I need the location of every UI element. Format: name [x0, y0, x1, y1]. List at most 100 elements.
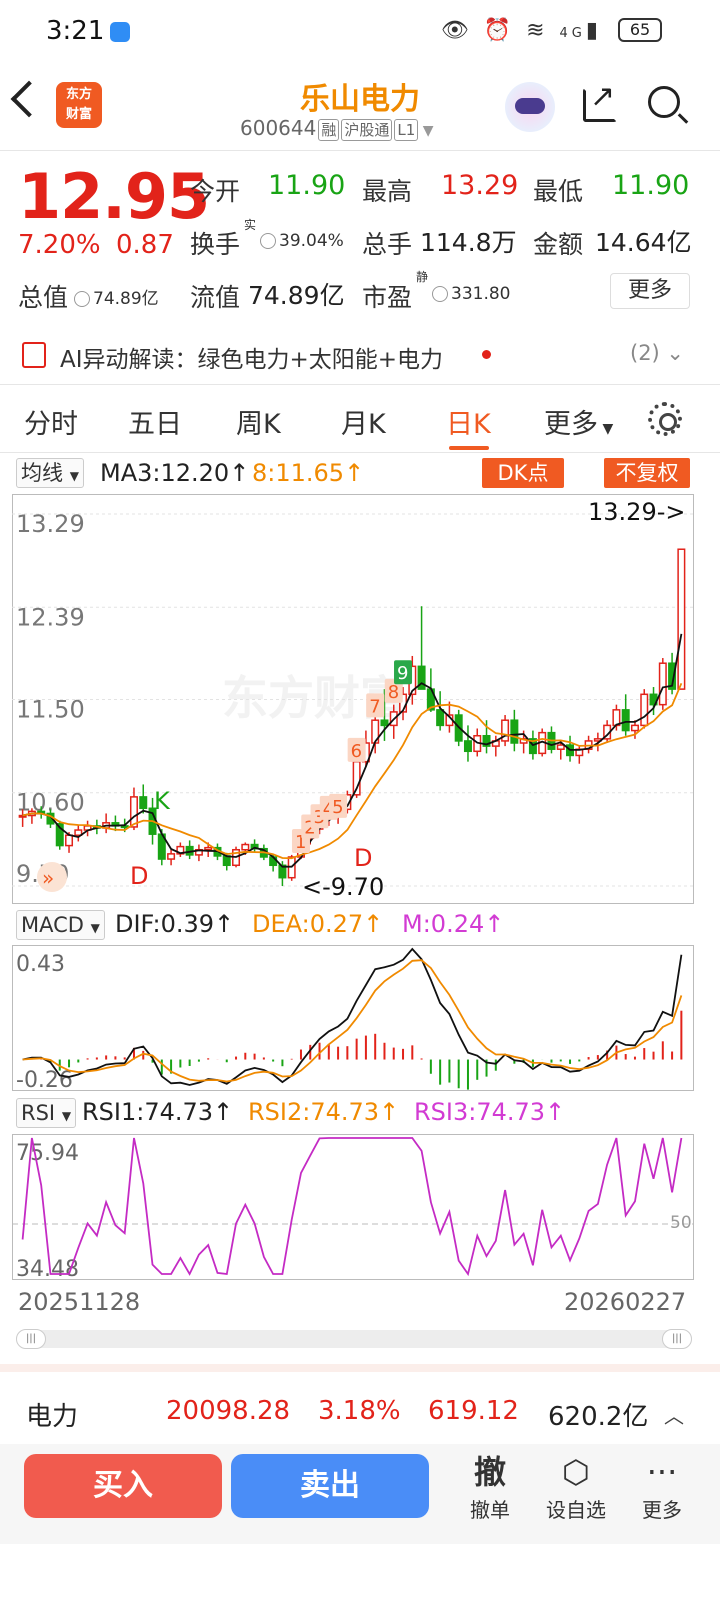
dk-point-button[interactable]: DK点 [482, 458, 564, 488]
more-actions-button[interactable]: ··· 更多 [622, 1450, 702, 1523]
candle-body [621, 709, 630, 732]
low-label: 最低 [533, 177, 584, 206]
sector-index: 20098.28 [166, 1396, 291, 1426]
rsi-select[interactable]: RSI ▼ [16, 1098, 77, 1128]
divider [0, 150, 720, 151]
float-label: 流值 [190, 283, 241, 312]
seq-label: 6 [351, 741, 362, 762]
tab-monthly[interactable]: 月K [341, 402, 386, 441]
share-icon[interactable] [583, 79, 617, 122]
ai-insight-count: (2) ⌄ [630, 341, 685, 365]
battery-icon: 65 [618, 18, 662, 42]
search-icon[interactable] [648, 86, 680, 118]
dif-legend: DIF:0.39↑ [115, 910, 235, 938]
chevron-up-icon[interactable]: ︿ [664, 1400, 684, 1429]
open-label: 今开 [190, 177, 241, 206]
change-pct: 7.20% [18, 230, 101, 260]
ai-report-icon [22, 342, 46, 368]
current-price: 12.95 [18, 160, 210, 233]
sector-bar[interactable]: 电力 20098.28 3.18% 619.12 620.2亿 ︿ [0, 1364, 720, 1444]
add-watchlist-button[interactable]: ⬡ 设自选 [536, 1450, 616, 1523]
sell-button[interactable]: 卖出 [231, 1454, 429, 1518]
eye-icon [432, 286, 448, 302]
tag-connect: 沪股通 [341, 119, 393, 141]
eye-icon [74, 291, 90, 307]
end-date: 20260227 [564, 1288, 687, 1316]
active-tab-indicator [449, 446, 489, 450]
low-marker: <-9.70 [302, 873, 384, 901]
float-value: 74.89亿 [248, 281, 345, 310]
candle-body [677, 548, 686, 690]
tag-margin: 融 [318, 119, 340, 141]
signal-d1: D [130, 862, 148, 890]
m-legend: M:0.24↑ [402, 910, 505, 938]
start-date: 20251128 [18, 1288, 141, 1316]
new-dot [482, 350, 491, 359]
status-bar: 3:21 👁 ⏰ ≋ 4G▮ 65 [0, 0, 720, 64]
rsi-top-label: 75.94 [16, 1141, 79, 1166]
ai-insight-text: AI异动解读：绿色电力+太阳能+电力 [60, 347, 444, 373]
turnover-sup: 实 [244, 218, 257, 232]
pe-label: 市盈 [362, 283, 413, 312]
turnover-text: 39.04% [279, 231, 344, 251]
buy-button[interactable]: 买入 [24, 1454, 222, 1518]
range-handle-right[interactable]: ||| [662, 1329, 692, 1349]
cancel-order-button[interactable]: 撤 撤单 [450, 1450, 530, 1523]
stock-code-row[interactable]: 600644 融沪股通 L1 ▼ [240, 116, 434, 141]
candle-body [640, 693, 649, 727]
rsi-mid-label: 50 [670, 1213, 692, 1233]
rsi1-legend: RSI1:74.73↑ [82, 1098, 234, 1126]
quote-more-button[interactable]: 更多 [610, 273, 690, 309]
tab-intraday[interactable]: 分时 [24, 402, 78, 441]
seq-label: 9 [397, 663, 408, 684]
seq-label: 8 [388, 682, 399, 703]
macd-frame [12, 945, 694, 1091]
sector-amount: 620.2亿 [548, 1402, 649, 1432]
amount-value: 14.64亿 [595, 228, 692, 257]
more-dots-icon: ··· [646, 1453, 678, 1491]
gear-icon[interactable] [648, 402, 682, 436]
ai-assistant-icon[interactable] [505, 82, 555, 132]
rsi-chart[interactable]: 75.94 34.48 50 [12, 1134, 694, 1280]
mktcap-text: 74.89亿 [93, 289, 159, 309]
divider [0, 384, 720, 385]
low-value: 11.90 [612, 170, 690, 201]
change-abs: 0.87 [116, 230, 174, 260]
more-actions-label: 更多 [642, 1498, 682, 1522]
adjust-button[interactable]: 不复权 [604, 458, 690, 488]
cancel-order-icon: 撤 [473, 1453, 506, 1491]
tab-more-label: 更多 [544, 409, 598, 440]
candle-body [463, 740, 472, 753]
tag-level: L1 [394, 119, 419, 141]
macd-chart[interactable]: 0.43 -0.26 [12, 945, 694, 1091]
range-handle-left[interactable]: ||| [16, 1329, 46, 1349]
ai-count-text: (2) [630, 341, 660, 365]
open-value: 11.90 [268, 170, 346, 201]
sector-change: 619.12 [428, 1396, 519, 1426]
tab-weekly[interactable]: 周K [236, 402, 281, 441]
range-scrollbar[interactable] [16, 1330, 692, 1348]
ma-indicator-select[interactable]: 均线 ▼ [16, 458, 84, 488]
cancel-order-label: 撤单 [470, 1498, 510, 1522]
mktcap-value: 74.89亿 [74, 284, 159, 309]
sector-name: 电力 [26, 1402, 79, 1432]
candle-body [658, 662, 667, 706]
hexagon-icon: ⬡ [562, 1453, 590, 1491]
rsi-frame [12, 1134, 694, 1280]
dea-legend: DEA:0.27↑ [252, 910, 384, 938]
trade-action-bar: 买入 卖出 撤 撤单 ⬡ 设自选 ··· 更多 [0, 1444, 720, 1544]
pe-sup: 静 [416, 270, 429, 284]
candle-body [167, 853, 176, 860]
tab-more[interactable]: 更多 ▼ [544, 402, 613, 441]
add-watchlist-label: 设自选 [546, 1498, 606, 1522]
rsi3-legend: RSI3:74.73↑ [414, 1098, 566, 1126]
kline-chart[interactable]: 东方财富 13.2912.3911.5010.609.70 123456789 … [12, 494, 694, 904]
macd-select[interactable]: MACD ▼ [16, 910, 105, 940]
signal-k: K [154, 787, 171, 815]
y-tick-label: 12.39 [16, 603, 85, 631]
jump-icon-glyph: » [42, 866, 54, 890]
tab-daily[interactable]: 日K [446, 402, 491, 441]
ma3-legend: MA3:12.20↑ [100, 459, 250, 487]
tab-5day[interactable]: 五日 [128, 402, 182, 441]
candle-body [380, 719, 389, 727]
